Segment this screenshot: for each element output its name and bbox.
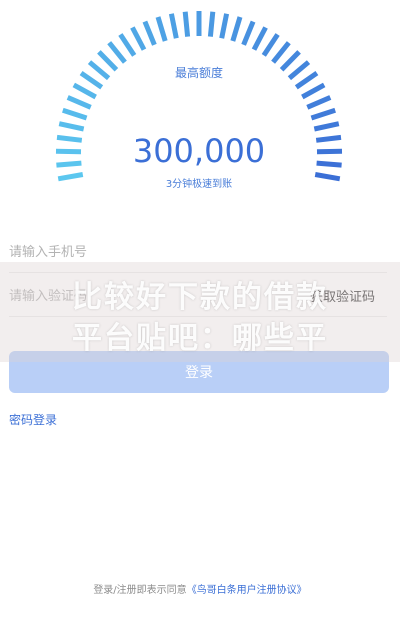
gauge-amount: 300,000 (133, 132, 265, 170)
watermark-line-2: 平台贴吧：哪些平 (72, 321, 328, 356)
gauge-tick (207, 11, 216, 37)
gauge-tick (57, 172, 84, 182)
gauge-tick (72, 82, 97, 100)
gauge-tick (315, 134, 342, 143)
gauge-tick (55, 148, 82, 155)
gauge-tick (79, 71, 104, 90)
gauge-tick (118, 33, 137, 57)
gauge-tick (241, 20, 256, 46)
gauge-tick (251, 26, 268, 51)
gauge-subtitle: 3分钟极速到账 (166, 177, 232, 190)
gauge-label: 最高额度 (175, 65, 223, 80)
gauge-tick (271, 41, 291, 64)
gauge-tick (168, 13, 179, 39)
gauge-tick (294, 71, 319, 90)
gauge-tick (230, 16, 243, 42)
login-button[interactable]: 登录 (9, 351, 389, 393)
gauge-tick (142, 20, 157, 46)
gauge-tick (130, 26, 147, 51)
gauge-tick (287, 60, 311, 81)
gauge-tick (58, 121, 85, 132)
gauge-tick (62, 107, 88, 121)
phone-placeholder: 请输入手机号 (9, 244, 88, 260)
gauge-tick (279, 50, 301, 72)
watermark-line-1: 比较好下款的借款 (72, 280, 328, 315)
agreement-text: 登录/注册即表示同意《鸟哥白条用户注册协议》 (0, 581, 400, 596)
gauge-tick (97, 50, 119, 72)
gauge-tick (87, 60, 111, 81)
gauge-tick (316, 160, 342, 168)
gauge-tick (219, 13, 230, 39)
gauge-tick (261, 33, 280, 57)
gauge-tick (314, 172, 341, 182)
gauge-tick (310, 107, 336, 121)
agreement-prefix: 登录/注册即表示同意 (93, 585, 187, 596)
phone-field[interactable]: 请输入手机号 (9, 228, 387, 273)
gauge-tick (56, 160, 82, 168)
gauge-tick (56, 134, 83, 143)
credit-gauge: 最高额度 300,000 3分钟极速到账 (55, 11, 343, 190)
gauge-tick (155, 16, 168, 42)
gauge-tick (301, 82, 326, 100)
gauge-tick (316, 148, 343, 155)
gauge-tick (182, 11, 191, 37)
gauge-tick (313, 121, 340, 132)
password-login-link[interactable]: 密码登录 (9, 411, 57, 428)
agreement-link[interactable]: 《鸟哥白条用户注册协议》 (187, 585, 307, 596)
gauge-tick (107, 41, 127, 64)
gauge-tick (306, 95, 332, 110)
gauge-tick (66, 95, 92, 110)
